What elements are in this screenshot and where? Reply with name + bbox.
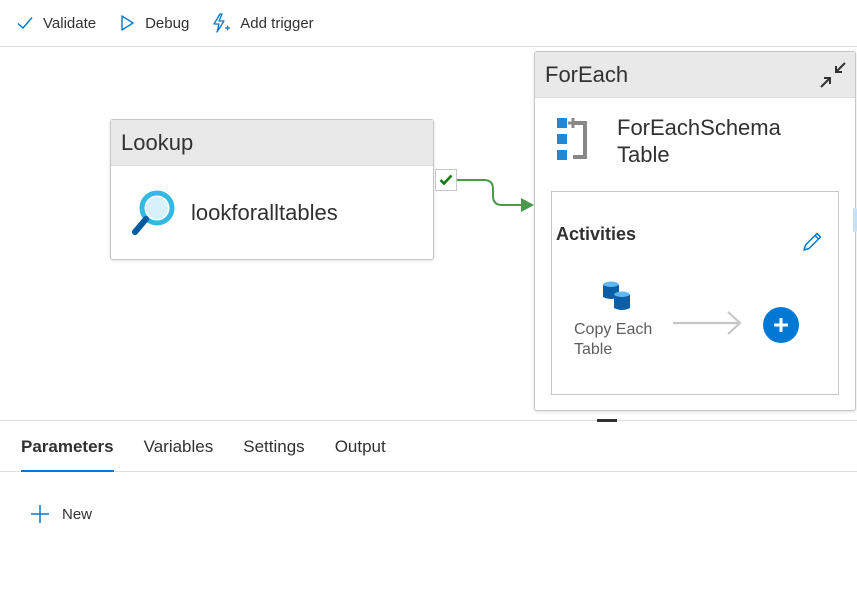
copy-activity-label: Copy Each Table [574, 321, 653, 358]
magnifier-icon [132, 190, 175, 235]
properties-tabs: Parameters Variables Settings Output [0, 422, 857, 472]
debug-button[interactable]: Debug [118, 8, 189, 38]
plus-circle-icon [774, 318, 788, 332]
pencil-icon [803, 232, 822, 251]
tab-variables[interactable]: Variables [144, 422, 214, 472]
add-trigger-label: Add trigger [240, 14, 314, 32]
checkmark-icon [17, 17, 33, 30]
foreach-name-row: ForEachSchema Table [555, 114, 797, 168]
database-copy-icon [603, 281, 630, 310]
foreach-type-label: ForEach [545, 61, 629, 87]
foreach-loop-icon [557, 118, 587, 160]
activities-title: Activities [556, 224, 637, 244]
lookup-card-header: Lookup [111, 120, 433, 166]
tab-output[interactable]: Output [335, 422, 386, 472]
lookup-activity-card[interactable]: Lookup lookforalltables [110, 119, 434, 260]
lookup-activity-name: lookforalltables [191, 200, 338, 225]
foreach-activity-card[interactable]: ForEach ForEachSchema Table Activities C… [534, 51, 856, 411]
next-activity-arrow [673, 311, 742, 335]
play-outline-icon [121, 15, 134, 31]
collapse-arrows-icon [820, 61, 846, 88]
validate-button[interactable]: Validate [16, 8, 96, 38]
foreach-activity-name: ForEachSchema Table [617, 115, 781, 167]
toolbar: Validate Debug Add trigger [0, 0, 857, 47]
canvas-scroll-handle[interactable] [853, 208, 857, 232]
edit-activities-button[interactable] [800, 230, 824, 259]
new-label: New [62, 505, 93, 523]
lookup-type-label: Lookup [121, 129, 194, 155]
debug-label: Debug [145, 14, 190, 32]
tab-parameters[interactable]: Parameters [21, 422, 114, 472]
add-activity-button[interactable] [763, 307, 799, 343]
collapse-button[interactable] [817, 59, 849, 91]
panel-splitter[interactable] [0, 420, 857, 421]
add-trigger-button[interactable]: Add trigger [211, 8, 314, 38]
success-connector-arrow[interactable] [456, 170, 536, 216]
lightning-plus-icon [213, 13, 231, 33]
new-parameter-button[interactable]: New [30, 504, 92, 524]
foreach-card-header: ForEach [535, 52, 855, 98]
validate-label: Validate [43, 14, 97, 32]
success-output-port[interactable] [435, 169, 457, 191]
activities-container: Activities Copy Each Table [551, 191, 839, 395]
lookup-card-body: lookforalltables [111, 166, 433, 260]
checkmark-icon [439, 174, 453, 186]
tab-settings[interactable]: Settings [243, 422, 304, 472]
plus-icon [31, 505, 49, 523]
